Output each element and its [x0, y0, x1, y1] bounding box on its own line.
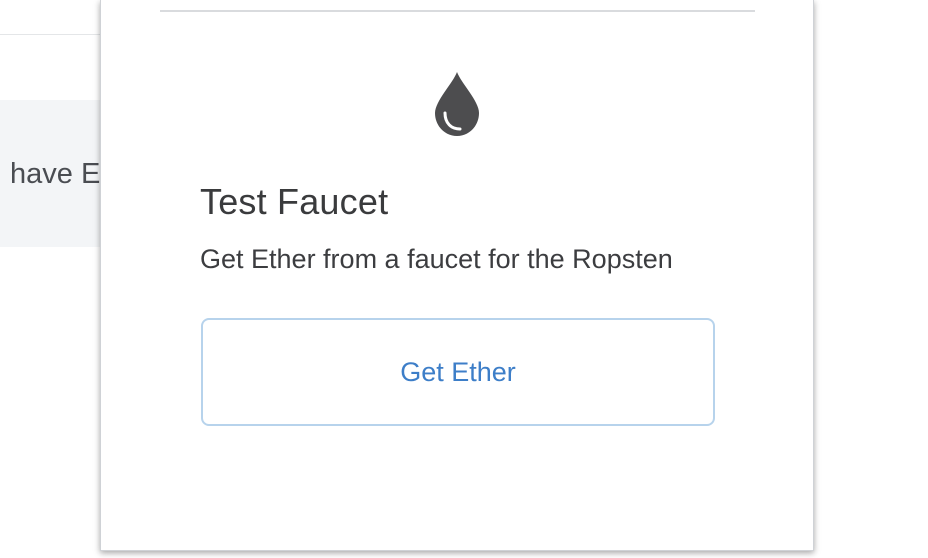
drop-icon	[435, 72, 479, 136]
modal-divider	[160, 10, 755, 12]
modal-title: Test Faucet	[200, 181, 389, 222]
faucet-modal: Test Faucet Get Ether from a faucet for …	[100, 0, 814, 551]
get-ether-button-label: Get Ether	[400, 357, 516, 387]
modal-description: Get Ether from a faucet for the Ropsten	[200, 244, 673, 274]
page: have E Test Faucet Get Ether from a fauc…	[0, 0, 928, 558]
background-banner-text: have E	[10, 158, 101, 190]
background-divider	[0, 34, 110, 35]
get-ether-button[interactable]: Get Ether	[201, 318, 715, 426]
